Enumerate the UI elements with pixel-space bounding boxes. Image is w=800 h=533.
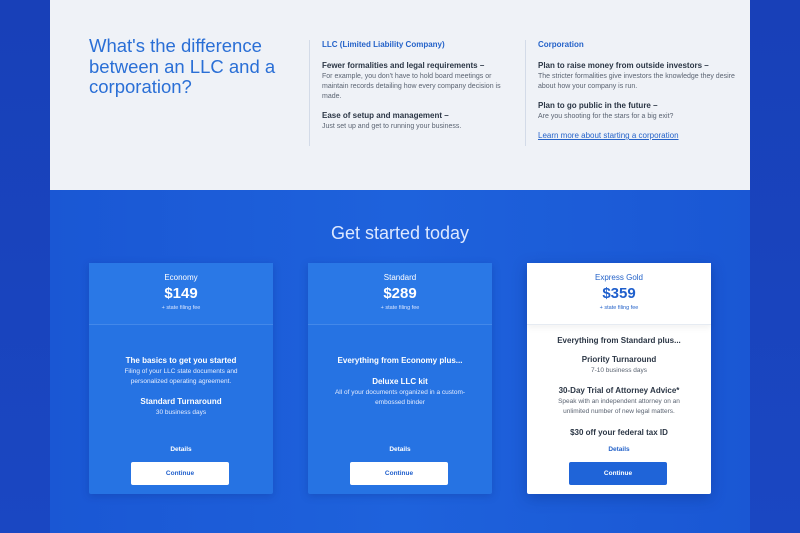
continue-button[interactable]: Continue	[569, 462, 667, 485]
llc-heading: LLC (Limited Liability Company)	[322, 40, 445, 49]
pricing-title: Get started today	[330, 223, 470, 243]
continue-button[interactable]: Continue	[131, 462, 229, 485]
corporation-column: Corporation Plan to raise money from out…	[525, 40, 735, 146]
plan-body: Everything from Economy plus... Deluxe L…	[308, 325, 492, 493]
feature-desc: 7-10 business days	[590, 367, 647, 374]
plan-card-express-gold: Express Gold $359 + state filing fee Eve…	[527, 263, 711, 494]
plan-card-standard: Standard $289 + state filing fee Everyth…	[308, 263, 492, 494]
plan-fee-note: + state filing fee	[161, 305, 201, 311]
corporation-item: Plan to raise money from outside investo…	[538, 61, 735, 92]
feature-title: Deluxe LLC kit	[372, 377, 428, 386]
comparison-title: What's the difference between an LLC and…	[89, 35, 276, 97]
llc-item: Fewer formalities and legal requirements…	[322, 61, 519, 102]
plan-header: Express Gold $359 + state filing fee	[527, 263, 711, 325]
plan-fee-note: + state filing fee	[599, 305, 639, 311]
corporation-item: Plan to go public in the future – Are yo…	[538, 101, 735, 122]
llc-item-title: Fewer formalities and legal requirements…	[322, 61, 485, 70]
llc-item: Ease of setup and management – Just set …	[322, 111, 519, 132]
plan-header: Economy $149 + state filing fee	[89, 263, 273, 325]
plan-header: Standard $289 + state filing fee	[308, 263, 492, 325]
plan-body: The basics to get you started Filing of …	[89, 325, 273, 493]
llc-item-desc: Just set up and get to running your busi…	[322, 123, 462, 130]
right-margin	[750, 0, 800, 533]
feature-desc: Speak with an independent attorney on an…	[558, 398, 680, 415]
details-link[interactable]: Details	[527, 446, 711, 453]
llc-item-desc: For example, you don't have to hold boar…	[322, 73, 501, 100]
llc-column: LLC (Limited Liability Company) Fewer fo…	[309, 40, 519, 146]
feature-title: Everything from Standard plus...	[557, 336, 681, 345]
corporation-item-desc: The stricter formalities give investors …	[538, 73, 735, 90]
comparison-section: What's the difference between an LLC and…	[50, 0, 750, 190]
plan-price: $149	[164, 285, 198, 302]
feature-title: 30-Day Trial of Attorney Advice*	[558, 386, 680, 395]
plan-fee-note: + state filing fee	[380, 305, 420, 311]
plan-name: Express Gold	[594, 273, 644, 282]
feature-desc: 30 business days	[155, 409, 207, 416]
details-link[interactable]: Details	[308, 446, 492, 453]
plan-name: Economy	[164, 273, 198, 282]
corporation-heading: Corporation	[538, 40, 584, 49]
plan-price: $289	[383, 285, 417, 302]
corporation-item-title: Plan to go public in the future –	[538, 101, 658, 110]
learn-more-corporation-link[interactable]: Learn more about starting a corporation	[538, 131, 735, 140]
left-margin	[0, 0, 50, 533]
continue-button[interactable]: Continue	[350, 462, 448, 485]
feature-title: Standard Turnaround	[140, 397, 222, 406]
corporation-item-desc: Are you shooting for the stars for a big…	[538, 113, 674, 120]
feature-title: The basics to get you started	[125, 356, 237, 365]
plan-name: Standard	[383, 273, 417, 282]
feature-title: $30 off your federal tax ID	[570, 428, 668, 437]
feature-desc: All of your documents organized in a cus…	[334, 389, 466, 406]
feature-title: Everything from Economy plus...	[337, 356, 463, 365]
pricing-section: Get started today Economy $149 + state f…	[50, 190, 750, 533]
feature-title: Priority Turnaround	[581, 355, 657, 364]
corporation-item-title: Plan to raise money from outside investo…	[538, 61, 709, 70]
details-link[interactable]: Details	[89, 446, 273, 453]
plan-card-economy: Economy $149 + state filing fee The basi…	[89, 263, 273, 494]
plan-body: Everything from Standard plus... Priorit…	[527, 325, 711, 493]
plan-price: $359	[602, 285, 636, 302]
llc-item-title: Ease of setup and management –	[322, 111, 449, 120]
feature-desc: Filing of your LLC state documents and p…	[124, 368, 238, 385]
